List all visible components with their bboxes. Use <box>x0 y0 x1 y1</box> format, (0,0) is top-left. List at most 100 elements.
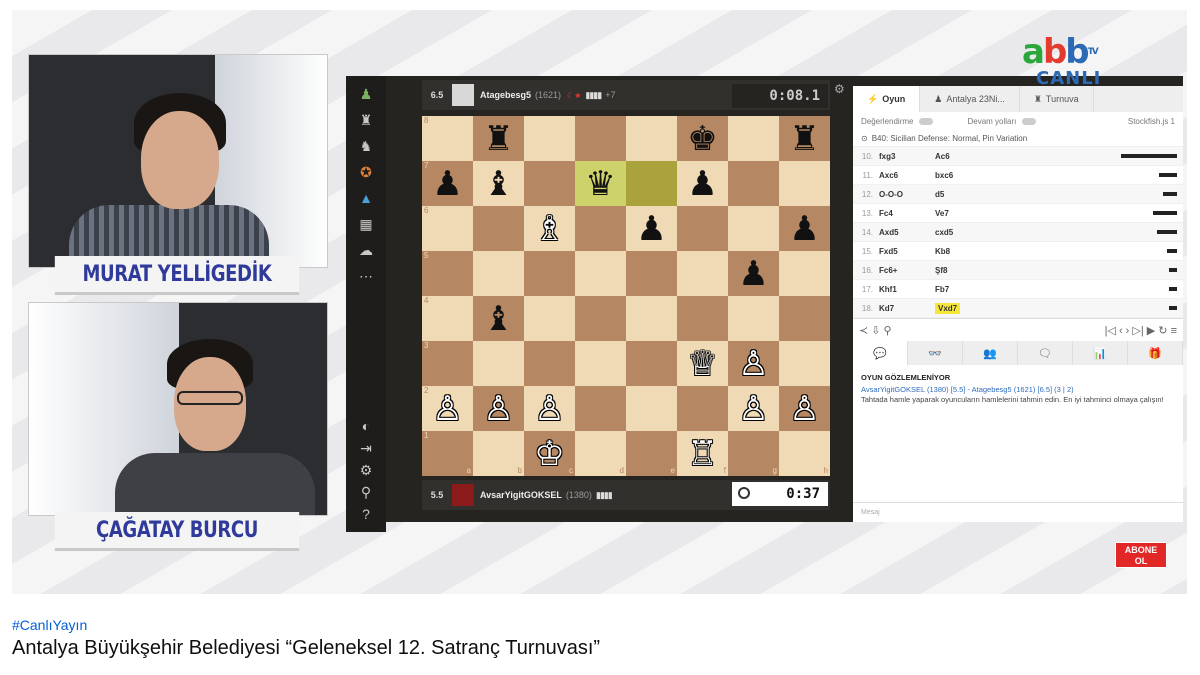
square-f7[interactable]: ♟ <box>677 161 728 206</box>
login-icon[interactable]: ⇥ <box>357 440 375 456</box>
square-c3[interactable] <box>524 341 575 386</box>
black-move[interactable]: cxd5 <box>935 228 991 237</box>
square-g8[interactable] <box>728 116 779 161</box>
chess-piece[interactable]: ♕ <box>687 347 717 381</box>
square-c5[interactable] <box>524 251 575 296</box>
square-g4[interactable] <box>728 296 779 341</box>
square-e6[interactable]: ♟ <box>626 206 677 251</box>
square-b3[interactable] <box>473 341 524 386</box>
square-d6[interactable] <box>575 206 626 251</box>
bottom-player-name[interactable]: AvsarYigitGOKSEL <box>480 490 562 500</box>
square-b8[interactable]: ♜ <box>473 116 524 161</box>
square-e1[interactable]: e <box>626 431 677 476</box>
square-a5[interactable]: 5 <box>422 251 473 296</box>
black-move[interactable]: Kb8 <box>935 247 991 256</box>
square-b6[interactable] <box>473 206 524 251</box>
chess-piece[interactable]: ♟ <box>738 257 768 291</box>
white-move[interactable]: Axd5 <box>879 228 935 237</box>
square-e7[interactable] <box>626 161 677 206</box>
square-d4[interactable] <box>575 296 626 341</box>
square-h5[interactable] <box>779 251 830 296</box>
chess-piece[interactable]: ♟ <box>432 167 462 201</box>
square-e2[interactable] <box>626 386 677 431</box>
puzzle-icon[interactable]: ✪ <box>357 164 375 180</box>
square-f4[interactable] <box>677 296 728 341</box>
white-move[interactable]: O-O-O <box>879 190 935 199</box>
chess-piece[interactable]: ♙ <box>789 392 819 426</box>
square-e4[interactable] <box>626 296 677 341</box>
square-a3[interactable]: 3 <box>422 341 473 386</box>
chess-piece[interactable]: ♙ <box>534 392 564 426</box>
square-a2[interactable]: ♙ 2 <box>422 386 473 431</box>
square-e8[interactable] <box>626 116 677 161</box>
square-d5[interactable] <box>575 251 626 296</box>
black-move[interactable]: Şf8 <box>935 266 991 275</box>
square-g1[interactable]: g <box>728 431 779 476</box>
chess-piece[interactable]: ♟ <box>636 212 666 246</box>
square-h2[interactable]: ♙ <box>779 386 830 431</box>
black-move[interactable]: Fb7 <box>935 285 991 294</box>
theme-icon[interactable]: ◐ <box>357 418 375 434</box>
black-move[interactable]: d5 <box>935 190 991 199</box>
square-a1[interactable]: 1a <box>422 431 473 476</box>
avatar[interactable] <box>452 484 474 506</box>
top-player-name[interactable]: Atagebesg5 <box>480 90 531 100</box>
study-icon[interactable]: ♞ <box>357 138 375 154</box>
square-c2[interactable]: ♙ <box>524 386 575 431</box>
square-a6[interactable]: 6 <box>422 206 473 251</box>
square-e3[interactable] <box>626 341 677 386</box>
square-a8[interactable]: 8 <box>422 116 473 161</box>
white-move[interactable]: Fc6+ <box>879 266 935 275</box>
black-move[interactable]: Ve7 <box>935 209 991 218</box>
chess-piece[interactable]: ♙ <box>483 392 513 426</box>
square-g7[interactable] <box>728 161 779 206</box>
square-b2[interactable]: ♙ <box>473 386 524 431</box>
square-f8[interactable]: ♚ <box>677 116 728 161</box>
chess-piece[interactable]: ♔ <box>534 437 564 471</box>
chess-piece[interactable]: ♜ <box>483 122 513 156</box>
search-icon[interactable]: ⚲ <box>357 484 375 500</box>
square-d8[interactable] <box>575 116 626 161</box>
white-move[interactable]: Axc6 <box>879 171 935 180</box>
square-c6[interactable]: ♗ <box>524 206 575 251</box>
white-move[interactable]: fxg3 <box>879 152 935 161</box>
chess-piece[interactable]: ♗ <box>534 212 564 246</box>
black-move[interactable]: Ac6 <box>935 152 991 161</box>
chess-board[interactable]: 8 ♜ ♚ ♜ ♟ 7 ♝ ♛ ♟ 6 ♗ ♟ ♟ 5 ♟ 4 ♝ 3 ♕ ♙ ♙ 2 ♙ ♙ ♙ ♙ 1 a b ♔ c d e ♖ f g h <box>422 116 830 476</box>
chess-piece[interactable]: ♙ <box>432 392 462 426</box>
square-e5[interactable] <box>626 251 677 296</box>
share-icon[interactable]: ≺ ⇩ ⚲ <box>859 324 892 337</box>
eval-toggle[interactable] <box>919 117 934 125</box>
navigation-buttons[interactable]: |◁ ‹ › ▷| ▶ ↻ ≡ <box>1105 324 1177 337</box>
help-icon[interactable]: ? <box>357 506 375 522</box>
chess-piece[interactable]: ♟ <box>789 212 819 246</box>
chat-tab-icon[interactable]: 📊 <box>1073 341 1128 365</box>
tab-game[interactable]: ⚡ Oyun <box>853 86 921 112</box>
white-move[interactable]: Kd7 <box>879 304 935 313</box>
lines-toggle[interactable] <box>1022 117 1037 125</box>
square-g2[interactable]: ♙ <box>728 386 779 431</box>
square-c8[interactable] <box>524 116 575 161</box>
chess-piece[interactable]: ♚ <box>687 122 717 156</box>
chat-tab-icon[interactable]: 👥 <box>963 341 1018 365</box>
tab-event[interactable]: ♟ Antalya 23Ni... <box>920 86 1020 112</box>
square-h7[interactable] <box>779 161 830 206</box>
square-d3[interactable] <box>575 341 626 386</box>
square-f5[interactable] <box>677 251 728 296</box>
chess-piece[interactable]: ♝ <box>483 167 513 201</box>
square-c7[interactable] <box>524 161 575 206</box>
square-a4[interactable]: 4 <box>422 296 473 341</box>
square-b4[interactable]: ♝ <box>473 296 524 341</box>
avatar[interactable] <box>452 84 474 106</box>
white-move[interactable]: Fc4 <box>879 209 935 218</box>
square-f3[interactable]: ♕ <box>677 341 728 386</box>
white-move[interactable]: Khf1 <box>879 285 935 294</box>
square-f1[interactable]: ♖ f <box>677 431 728 476</box>
calendar-icon[interactable]: ▦ <box>357 216 375 232</box>
square-f6[interactable] <box>677 206 728 251</box>
chess-piece[interactable]: ♛ <box>585 167 615 201</box>
message-input[interactable]: Mesaj <box>853 502 1183 522</box>
chat-tab-icon[interactable]: 🗨 <box>1018 341 1073 365</box>
more-icon[interactable]: ⋯ <box>357 268 375 284</box>
square-g6[interactable] <box>728 206 779 251</box>
